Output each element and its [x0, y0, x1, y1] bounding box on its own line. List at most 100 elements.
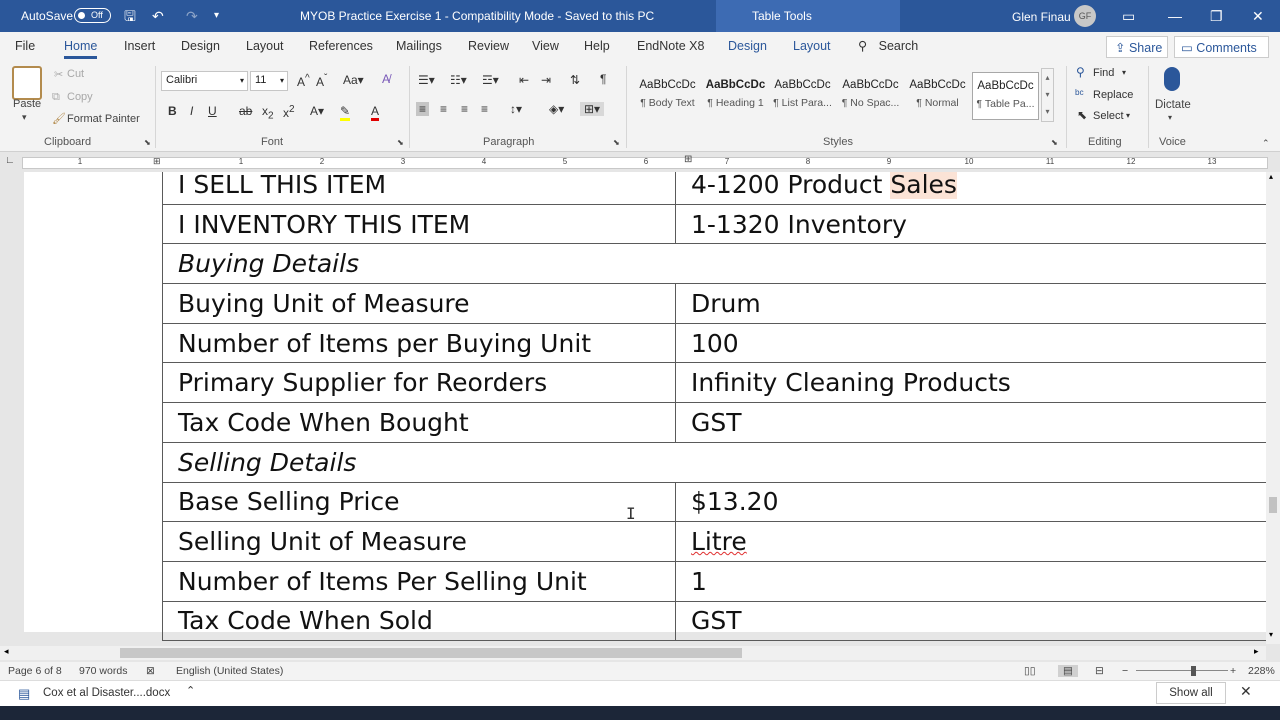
cut-button[interactable]: Cut	[67, 68, 84, 80]
table-cell[interactable]: 1-1320 Inventory	[675, 203, 1266, 245]
subscript-icon[interactable]: x2	[262, 104, 274, 121]
select-icon[interactable]: ⬉	[1077, 108, 1087, 122]
ribbon-display-options-icon[interactable]: ▭	[1122, 0, 1135, 32]
more-styles-icon[interactable]: ▾	[1042, 103, 1053, 120]
table-cell[interactable]: I INVENTORY THIS ITEM	[162, 203, 676, 245]
find-button[interactable]: Find	[1093, 67, 1114, 79]
save-icon[interactable]: 🖫	[124, 0, 136, 32]
vertical-scroll-thumb[interactable]	[1269, 497, 1277, 513]
left-margin-marker-icon[interactable]: ⊞	[153, 156, 161, 167]
tab-endnote[interactable]: EndNote X8	[637, 39, 704, 53]
justify-icon[interactable]: ≡	[481, 102, 488, 116]
table-cell[interactable]: I SELL THIS ITEM	[162, 172, 676, 205]
chevron-down-icon[interactable]: ▾	[1126, 111, 1130, 120]
table-cell[interactable]: Drum	[675, 283, 1266, 324]
download-file-name[interactable]: Cox et al Disaster....docx	[43, 687, 170, 699]
tab-review[interactable]: Review	[468, 39, 509, 53]
replace-button[interactable]: Replace	[1093, 89, 1133, 101]
select-button[interactable]: Select	[1093, 110, 1124, 122]
font-size-select[interactable]: 11 ▾	[250, 71, 288, 91]
copy-icon[interactable]: ⧉	[52, 91, 60, 104]
text-effects-icon[interactable]: A▾	[310, 104, 324, 118]
paste-dropdown-icon[interactable]: ▾	[22, 112, 27, 123]
style-list-paragraph[interactable]: AaBbCcDc ¶ List Para...	[769, 72, 836, 120]
print-layout-icon[interactable]: ▤	[1058, 665, 1078, 677]
read-mode-icon[interactable]: ▯▯	[1024, 665, 1036, 677]
font-family-select[interactable]: Calibri ▾	[161, 71, 248, 91]
highlight-color-icon[interactable]: ✎	[340, 104, 351, 121]
avatar[interactable]: GF	[1074, 5, 1096, 27]
grow-font-icon[interactable]: A^	[297, 73, 310, 89]
tab-layout[interactable]: Layout	[246, 39, 284, 53]
column-marker-icon[interactable]: ⊞	[684, 154, 692, 165]
chevron-down-icon[interactable]: ▾	[1122, 68, 1126, 77]
show-all-button[interactable]: Show all	[1156, 682, 1226, 704]
table-cell[interactable]: $13.20	[675, 481, 1266, 523]
scroll-up-icon[interactable]: ▴	[1269, 172, 1273, 181]
table-cell[interactable]: Tax Code When Bought	[162, 402, 676, 443]
table-cell[interactable]: Selling Unit of Measure	[162, 521, 676, 562]
scroll-left-icon[interactable]: ◂	[4, 646, 9, 657]
clipboard-launcher-icon[interactable]: ⬊	[144, 138, 151, 147]
superscript-icon[interactable]: x2	[283, 104, 295, 120]
horizontal-ruler[interactable]: ∟ 1 1 2 3 4 5 6 7 8 9 10 11 12 13 ⊞ ⊞	[0, 153, 1268, 171]
replace-icon[interactable]: ᵇᶜ	[1075, 87, 1084, 101]
style-body-text[interactable]: AaBbCcDc ¶ Body Text	[634, 72, 701, 120]
minimize-icon[interactable]: —	[1168, 0, 1182, 32]
paste-button[interactable]: Paste	[13, 98, 41, 110]
table-cell[interactable]: GST	[675, 402, 1266, 443]
zoom-in-icon[interactable]: +	[1230, 665, 1236, 677]
table-cell[interactable]: 1	[675, 560, 1266, 602]
align-left-icon[interactable]: ≡	[416, 102, 430, 116]
close-icon[interactable]: ✕	[1252, 0, 1264, 32]
horizontal-scroll-thumb[interactable]	[120, 648, 742, 658]
italic-icon[interactable]: I	[190, 104, 193, 118]
vertical-scrollbar[interactable]: ▴ ▾	[1266, 172, 1280, 644]
dictate-button[interactable]: Dictate	[1155, 99, 1191, 111]
zoom-slider[interactable]	[1136, 670, 1228, 671]
section-header-selling[interactable]: Selling Details	[162, 441, 1266, 483]
table-cell[interactable]: Number of Items per Buying Unit	[162, 322, 676, 364]
paragraph-launcher-icon[interactable]: ⬊	[613, 138, 620, 147]
align-right-icon[interactable]: ≡	[461, 102, 468, 116]
zoom-out-icon[interactable]: −	[1122, 665, 1128, 677]
bullets-icon[interactable]: ☰▾	[418, 73, 435, 87]
bold-icon[interactable]: B	[168, 104, 177, 118]
strikethrough-icon[interactable]: ab	[239, 104, 252, 118]
tab-table-design[interactable]: Design	[728, 39, 767, 53]
language-indicator[interactable]: English (United States)	[176, 665, 283, 677]
styles-launcher-icon[interactable]: ⬊	[1051, 138, 1058, 147]
tab-home[interactable]: Home	[64, 39, 98, 59]
font-launcher-icon[interactable]: ⬊	[397, 138, 404, 147]
restore-icon[interactable]: ❐	[1210, 0, 1223, 32]
horizontal-scrollbar[interactable]: ◂ ▸	[0, 646, 1266, 660]
copy-button[interactable]: Copy	[67, 91, 93, 103]
font-color-icon[interactable]: A	[371, 104, 380, 121]
close-icon[interactable]: ✕	[1240, 683, 1252, 700]
borders-icon[interactable]: ⊞▾	[580, 102, 605, 116]
line-spacing-icon[interactable]: ↕▾	[510, 102, 522, 116]
change-case-icon[interactable]: Aa▾	[343, 73, 364, 87]
style-no-spacing[interactable]: AaBbCcDc ¶ No Spac...	[837, 72, 904, 120]
style-normal[interactable]: AaBbCcDc ¶ Normal	[904, 72, 971, 120]
table-cell[interactable]: Buying Unit of Measure	[162, 283, 676, 324]
paste-icon[interactable]	[12, 66, 42, 100]
word-count[interactable]: 970 words	[79, 665, 127, 677]
user-name[interactable]: Glen Finau	[1012, 10, 1071, 24]
page-count[interactable]: Page 6 of 8	[8, 665, 62, 677]
tab-selector-icon[interactable]: ∟	[5, 155, 15, 166]
share-button[interactable]: ⇪ Share	[1106, 36, 1168, 58]
tab-references[interactable]: References	[309, 39, 373, 53]
section-header-buying[interactable]: Buying Details	[162, 243, 1266, 285]
web-layout-icon[interactable]: ⊟	[1095, 665, 1104, 677]
clear-formatting-icon[interactable]: A̸	[382, 72, 390, 86]
collapse-ribbon-icon[interactable]: ⌃	[1262, 138, 1270, 149]
numbering-icon[interactable]: ☷▾	[450, 73, 467, 87]
table-cell[interactable]: Base Selling Price	[162, 481, 676, 523]
table-cell[interactable]: 4-1200 Product Sales	[675, 172, 1266, 205]
undo-icon[interactable]: ↶	[152, 0, 164, 32]
microphone-icon[interactable]	[1164, 67, 1180, 91]
scroll-right-icon[interactable]: ▸	[1254, 646, 1259, 657]
tab-mailings[interactable]: Mailings	[396, 39, 442, 53]
table-cell[interactable]: GST	[675, 600, 1266, 642]
